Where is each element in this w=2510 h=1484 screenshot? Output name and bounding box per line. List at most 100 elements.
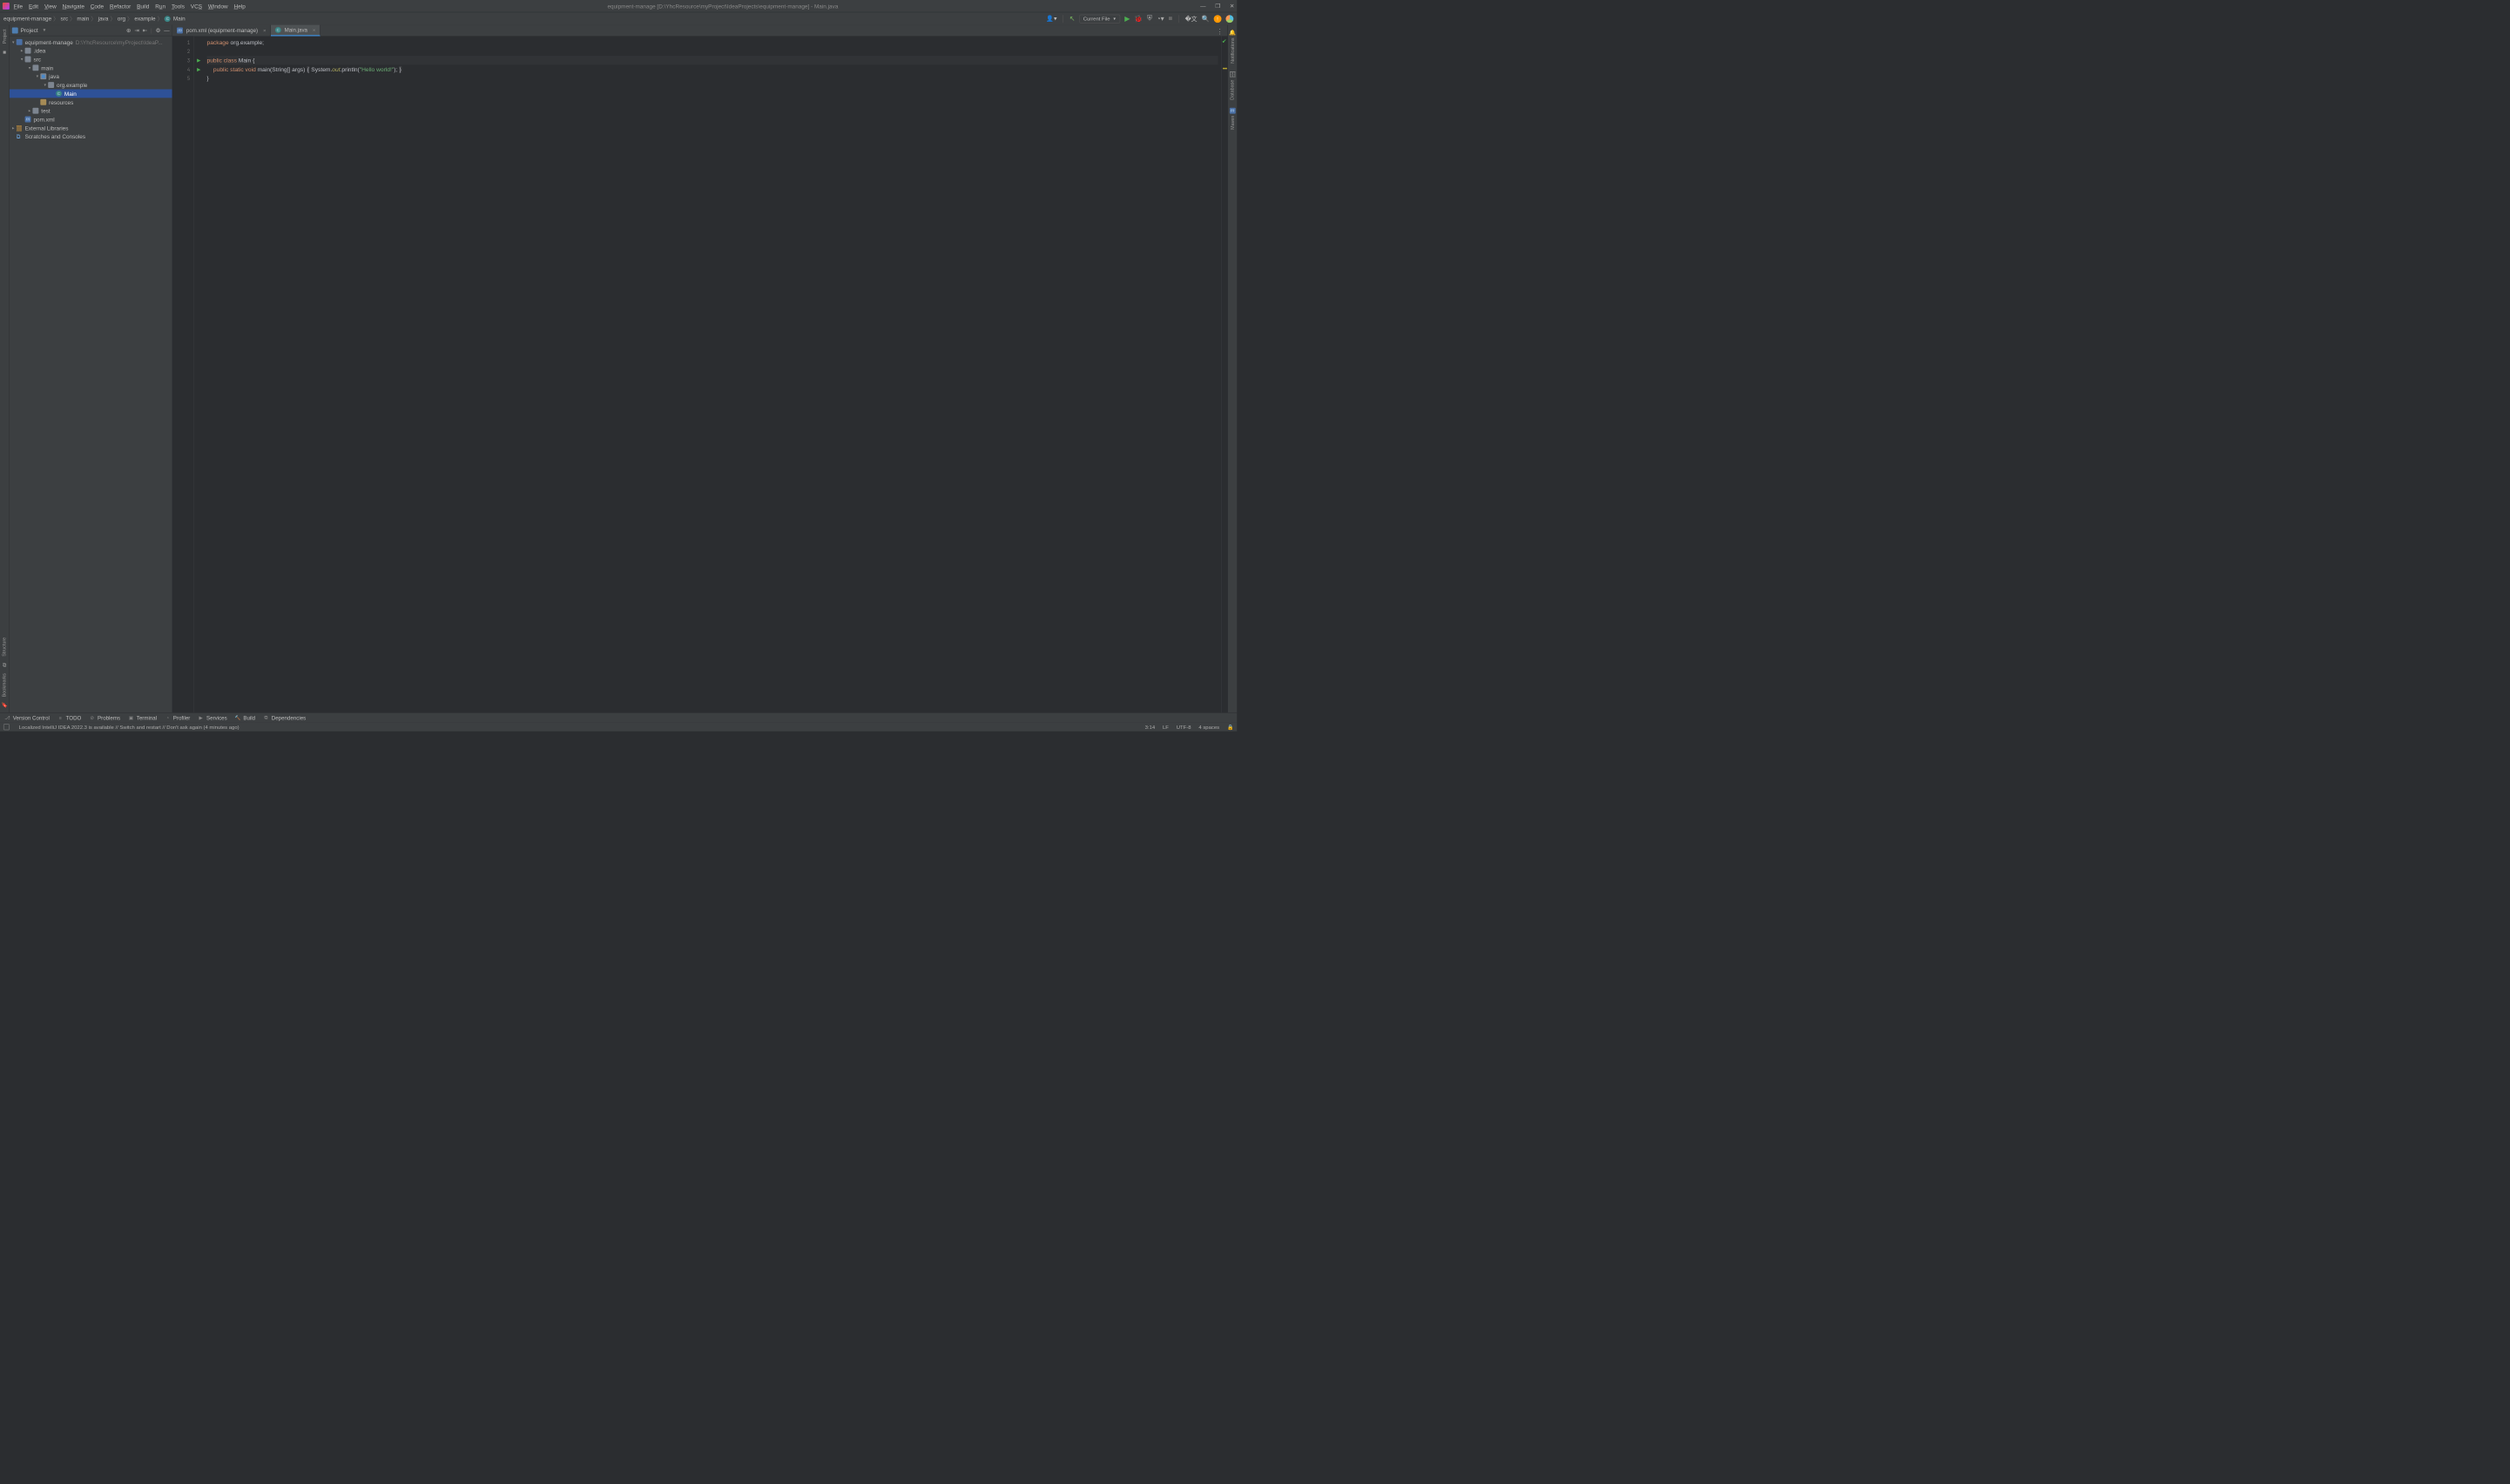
structure-icon[interactable]: ⧉ — [3, 662, 6, 668]
maximize-button[interactable]: ❐ — [1215, 3, 1220, 10]
inspection-ok-icon[interactable]: ✔ — [1222, 37, 1226, 44]
run-button[interactable]: ▶ — [1124, 15, 1130, 24]
tree-row-ext-libs[interactable]: ▸ ⫿⫿⫿ External Libraries — [10, 124, 172, 132]
lock-icon[interactable]: 🔒 — [1227, 724, 1233, 730]
warning-marker[interactable] — [1223, 68, 1227, 69]
breadcrumb-item[interactable]: main — [77, 16, 89, 22]
menu-run[interactable]: Run — [155, 3, 165, 9]
code-editor[interactable]: package org.example; public class Main {… — [204, 36, 1222, 712]
menu-window[interactable]: Window — [208, 3, 228, 9]
database-icon: 🗄 — [1229, 71, 1236, 78]
tree-row-scratches[interactable]: ⧉ Scratches and Consoles — [10, 132, 172, 141]
app-icon — [3, 3, 10, 10]
profile-button[interactable]: ◔▾ — [1157, 15, 1164, 24]
menu-view[interactable]: View — [44, 3, 57, 9]
chevron-right-icon[interactable]: ▸ — [11, 125, 16, 130]
profiler-tool-button[interactable]: ◔Profiler — [165, 715, 190, 721]
tab-menu-icon[interactable]: ⋮ — [1212, 28, 1228, 37]
structure-tool-button[interactable]: Structure — [2, 637, 7, 657]
problems-tool-button[interactable]: ⊘Problems — [89, 715, 120, 721]
terminal-tool-button[interactable]: ▣Terminal — [128, 715, 157, 721]
bookmarks-icon[interactable]: 🔖 — [1, 702, 7, 708]
todo-tool-button[interactable]: ≡TODO — [57, 715, 82, 721]
tool-windows-icon[interactable] — [3, 724, 10, 730]
tree-row-class-main[interactable]: C Main — [10, 90, 172, 98]
chevron-down-icon[interactable]: ▾ — [35, 74, 39, 78]
maven-tool-button[interactable]: m Maven — [1230, 108, 1236, 130]
run-line-icon[interactable]: ▶ — [197, 66, 200, 71]
encoding[interactable]: UTF-8 — [1177, 724, 1191, 730]
update-icon[interactable]: ↑ — [1214, 15, 1222, 23]
build-tool-button[interactable]: 🔨Build — [235, 715, 256, 721]
indent-settings[interactable]: 4 spaces — [1198, 724, 1219, 730]
back-icon[interactable]: ↖ — [1069, 15, 1076, 24]
tree-row-resources[interactable]: resources — [10, 98, 172, 106]
tab-pom[interactable]: m pom.xml (equipment-manage) × — [172, 25, 271, 37]
run-config-selector[interactable]: Current File ▼ — [1079, 15, 1120, 24]
chevron-down-icon[interactable]: ▼ — [43, 28, 47, 32]
tree-row-idea[interactable]: ▸ .idea — [10, 46, 172, 55]
run-line-icon[interactable]: ▶ — [197, 57, 200, 63]
tree-row-test[interactable]: ▸ test — [10, 106, 172, 115]
collapse-all-icon[interactable]: ⇤ — [143, 27, 147, 34]
minimize-button[interactable]: ― — [1200, 3, 1205, 10]
tree-row-project[interactable]: ▾ equipment-manage D:\YhcResource\myProj… — [10, 37, 172, 46]
line-number: 1 — [172, 37, 193, 46]
codewithme-icon[interactable] — [1225, 15, 1233, 23]
line-ending[interactable]: LF — [1163, 724, 1169, 730]
bookmark-icon[interactable]: ■ — [3, 49, 6, 55]
services-icon: ▶ — [198, 715, 204, 721]
menu-vcs[interactable]: VCS — [191, 3, 202, 9]
menu-build[interactable]: Build — [137, 3, 149, 9]
menu-edit[interactable]: Edit — [29, 3, 38, 9]
bookmarks-tool-button[interactable]: Bookmarks — [2, 673, 7, 697]
menu-tools[interactable]: Tools — [172, 3, 185, 9]
breadcrumb-item[interactable]: example — [134, 16, 155, 22]
tree-row-src[interactable]: ▾ src — [10, 55, 172, 64]
services-tool-button[interactable]: ▶Services — [198, 715, 226, 721]
version-control-tool-button[interactable]: ⎇Version Control — [4, 715, 50, 721]
menu-refactor[interactable]: Refactor — [110, 3, 131, 9]
select-opened-icon[interactable]: ⊕ — [126, 27, 131, 34]
hide-icon[interactable]: — — [164, 27, 169, 34]
chevron-down-icon[interactable]: ▾ — [11, 40, 16, 44]
menu-help[interactable]: Help — [234, 3, 246, 9]
bottom-toolbar: ⎇Version Control ≡TODO ⊘Problems ▣Termin… — [0, 712, 1237, 723]
close-tab-icon[interactable]: × — [263, 28, 266, 34]
project-panel-title[interactable]: Project — [21, 27, 38, 33]
dependencies-tool-button[interactable]: ⧉Dependencies — [263, 715, 306, 721]
close-tab-icon[interactable]: × — [313, 27, 315, 33]
notifications-tool-button[interactable]: 🔔 Notifications — [1229, 30, 1236, 64]
tree-row-package[interactable]: ▾ org.example — [10, 81, 172, 90]
breadcrumb-item[interactable]: Main — [173, 16, 186, 22]
expand-all-icon[interactable]: ⇥ — [134, 27, 138, 34]
add-user-icon[interactable]: 👤▾ — [1046, 15, 1056, 22]
chevron-down-icon[interactable]: ▾ — [28, 65, 32, 70]
coverage-button[interactable]: ⛨ — [1147, 15, 1152, 23]
breadcrumb-item[interactable]: java — [98, 16, 109, 22]
menu-file[interactable]: File — [14, 3, 23, 9]
menu-navigate[interactable]: Navigate — [63, 3, 84, 9]
chevron-down-icon[interactable]: ▾ — [43, 83, 47, 87]
status-message[interactable]: Localized IntelliJ IDEA 2022.3 is availa… — [19, 724, 240, 730]
tree-row-main[interactable]: ▾ main — [10, 64, 172, 72]
breadcrumb-item[interactable]: org — [118, 16, 125, 22]
database-tool-button[interactable]: 🗄 Database — [1229, 71, 1236, 100]
chevron-right-icon[interactable]: ▸ — [20, 48, 24, 52]
translate-icon[interactable]: �文 — [1185, 15, 1198, 24]
chevron-down-icon[interactable]: ▾ — [20, 57, 24, 61]
search-icon[interactable]: 🔍 — [1202, 15, 1210, 23]
close-button[interactable]: ✕ — [1230, 3, 1234, 10]
menu-code[interactable]: Code — [91, 3, 104, 9]
breadcrumb-item[interactable]: equipment-manage — [3, 16, 51, 22]
tab-main[interactable]: C Main.java × — [271, 25, 320, 37]
debug-button[interactable]: 🐞 — [1134, 15, 1143, 24]
cursor-position[interactable]: 3:14 — [1145, 724, 1156, 730]
settings-icon[interactable]: ⚙ — [156, 27, 161, 34]
stop-button[interactable]: ■ — [1169, 15, 1173, 23]
breadcrumb-item[interactable]: src — [61, 16, 69, 22]
tree-row-java[interactable]: ▾ java — [10, 72, 172, 81]
tree-row-pom[interactable]: m pom.xml — [10, 115, 172, 124]
project-tool-button[interactable]: Project — [2, 30, 7, 44]
chevron-right-icon[interactable]: ▸ — [28, 108, 32, 112]
